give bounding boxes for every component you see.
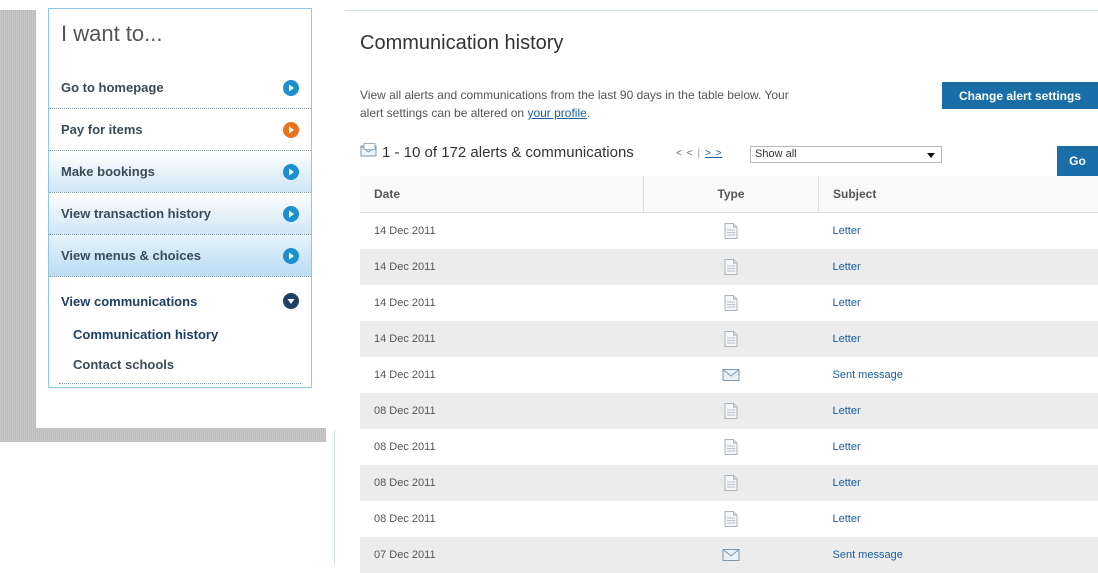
sidebar-item-label: View menus & choices [61,248,201,263]
row-type-cell [644,285,819,321]
pager-next[interactable]: > > [705,148,722,159]
table-row: 08 Dec 2011 Letter [360,393,1098,429]
row-type-cell [644,321,819,357]
sidebar-subitem-contact-schools[interactable]: Contact schools [73,357,174,372]
document-icon [724,225,738,237]
sidebar-item-view-communications[interactable]: View communications [49,280,311,322]
sidebar-item-label: Make bookings [61,164,155,179]
table-row: 14 Dec 2011 Letter [360,285,1098,321]
row-subject-link[interactable]: Letter [819,393,1098,429]
document-icon [724,297,738,309]
row-type-cell [644,429,819,465]
sidebar-item-go-to-homepage[interactable]: Go to homepage [49,67,311,109]
content-top-border [345,10,1098,11]
envelope-icon [722,549,740,561]
row-subject-link[interactable]: Letter [819,285,1098,321]
column-header-date[interactable]: Date [360,176,644,213]
row-date: 14 Dec 2011 [360,321,644,357]
sidebar-item-label: Go to homepage [61,80,164,95]
page-title: Communication history [360,32,563,55]
pager: < < | > > [676,148,723,159]
column-header-type[interactable]: Type [644,176,819,213]
pager-separator: | [697,148,701,159]
document-icon [724,333,738,345]
envelope-icon [722,369,740,381]
result-count: 1 - 10 of 172 alerts & communications [360,143,634,161]
row-type-cell [644,213,819,250]
row-date: 07 Dec 2011 [360,537,644,573]
arrow-right-icon [283,248,299,264]
panel-title: I want to... [61,21,163,47]
table-row: 08 Dec 2011 Letter [360,465,1098,501]
table-row: 14 Dec 2011 Sent message [360,357,1098,393]
row-subject-link[interactable]: Letter [819,249,1098,285]
row-date: 14 Dec 2011 [360,357,644,393]
chevron-down-icon [283,293,299,309]
row-date: 14 Dec 2011 [360,249,644,285]
sidebar-item-label: View transaction history [61,206,211,221]
row-subject-link[interactable]: Letter [819,321,1098,357]
arrow-right-icon [283,164,299,180]
row-subject-link[interactable]: Letter [819,501,1098,537]
result-count-text: 1 - 10 of 172 alerts & communications [382,144,634,161]
row-subject-link[interactable]: Sent message [819,357,1098,393]
intro-end: . [587,106,590,120]
content-left-border [334,430,335,564]
table-row: 08 Dec 2011 Letter [360,429,1098,465]
row-type-cell [644,249,819,285]
row-subject-link[interactable]: Letter [819,213,1098,250]
sidebar-item-label: View communications [61,294,197,309]
dropdown-arrow-icon [927,153,935,158]
table-row: 14 Dec 2011 Letter [360,249,1098,285]
row-type-cell [644,465,819,501]
filter-select[interactable]: Show all [750,146,942,163]
go-button[interactable]: Go [1057,146,1098,176]
divider [59,383,301,384]
row-date: 14 Dec 2011 [360,285,644,321]
table-row: 08 Dec 2011 Letter [360,501,1098,537]
sidebar-item-view-menus-choices[interactable]: View menus & choices [49,235,311,277]
intro-text: View all alerts and communications from … [360,86,800,122]
row-date: 08 Dec 2011 [360,501,644,537]
document-icon [724,513,738,525]
filter-selected-value: Show all [755,148,797,160]
sidebar-shadow-bottom [0,428,326,442]
table-header-row: Date Type Subject [360,176,1098,213]
envelope-icon [360,143,378,161]
row-type-cell [644,357,819,393]
arrow-right-icon [283,122,299,138]
table-row: 14 Dec 2011 Letter [360,321,1098,357]
document-icon [724,441,738,453]
row-type-cell [644,501,819,537]
arrow-right-icon [283,206,299,222]
pager-prev[interactable]: < < [676,148,693,159]
row-date: 14 Dec 2011 [360,213,644,250]
document-icon [724,477,738,489]
row-type-cell [644,393,819,429]
row-subject-link[interactable]: Sent message [819,537,1098,573]
communications-table: Date Type Subject 14 Dec 2011Letter14 De… [360,176,1098,573]
document-icon [724,405,738,417]
sidebar-item-make-bookings[interactable]: Make bookings [49,151,311,193]
row-date: 08 Dec 2011 [360,393,644,429]
column-header-subject[interactable]: Subject [819,176,1098,213]
your-profile-link[interactable]: your profile [527,106,586,120]
sidebar-item-label: Pay for items [61,122,143,137]
row-date: 08 Dec 2011 [360,465,644,501]
row-date: 08 Dec 2011 [360,429,644,465]
row-type-cell [644,537,819,573]
i-want-to-panel: I want to... Go to homepage Pay for item… [48,8,312,388]
table-row: 07 Dec 2011 Sent message [360,537,1098,573]
arrow-right-icon [283,80,299,96]
sidebar-item-view-transaction-history[interactable]: View transaction history [49,193,311,235]
row-subject-link[interactable]: Letter [819,465,1098,501]
sidebar-item-pay-for-items[interactable]: Pay for items [49,109,311,151]
table-row: 14 Dec 2011 Letter [360,213,1098,250]
sidebar-shadow [0,10,36,442]
sidebar-subitem-communication-history[interactable]: Communication history [73,327,218,342]
row-subject-link[interactable]: Letter [819,429,1098,465]
document-icon [724,261,738,273]
change-alert-settings-button[interactable]: Change alert settings [942,82,1098,109]
